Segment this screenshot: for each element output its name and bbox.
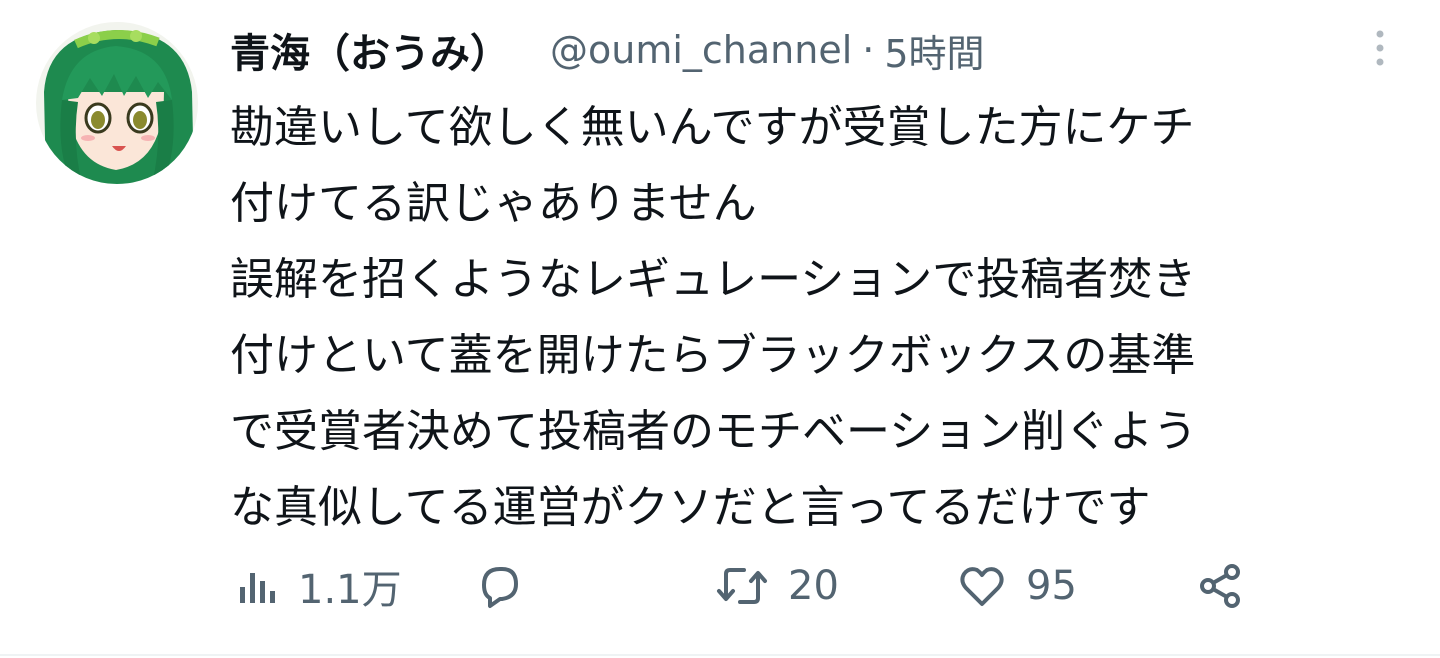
like-count: 95	[1026, 563, 1077, 609]
divider	[0, 654, 1440, 656]
tweet-text-line: 誤解を招くようなレギュレーションで投稿者焚き	[230, 254, 1197, 305]
share-button[interactable]	[1196, 556, 1244, 616]
tweet-text-line: 勘違いして欲しく無いんですが受賞した方にケチ	[230, 102, 1195, 153]
views-count: 1.1万	[298, 567, 402, 613]
tweet-text: 勘違いして欲しく無いんですが受賞した方にケチ 付けてる訳じゃありません 誤解を招…	[230, 90, 1410, 546]
more-vertical-icon	[1376, 30, 1384, 66]
more-menu-button[interactable]	[1366, 28, 1394, 68]
avatar-illustration	[36, 22, 198, 184]
retweet-button[interactable]: 20	[716, 556, 839, 616]
share-icon	[1200, 564, 1240, 608]
user-handle[interactable]: @oumi_channel	[550, 28, 852, 72]
retweet-icon	[717, 568, 767, 604]
separator-dot: ·	[862, 28, 875, 72]
avatar[interactable]	[36, 22, 198, 184]
display-name[interactable]: 青海（おうみ）	[230, 21, 510, 79]
heart-icon	[960, 567, 1004, 606]
action-bar: 1.1万 20 95	[0, 556, 1440, 616]
views-icon	[240, 573, 275, 603]
views-button[interactable]: 1.1万	[236, 556, 402, 616]
tweet-text-line: な真似してる運営がクソだと言ってるだけです	[230, 482, 1151, 533]
reply-icon	[482, 567, 518, 608]
like-button[interactable]: 95	[958, 556, 1077, 616]
tweet[interactable]: 青海（おうみ） @oumi_channel · 5時間 勘違いして欲しく無いんで…	[0, 0, 1440, 658]
tweet-header: 青海（おうみ） @oumi_channel · 5時間	[230, 22, 985, 78]
tweet-text-line: 付けといて蓋を開けたらブラックボックスの基準	[230, 330, 1196, 381]
reply-button[interactable]	[474, 556, 524, 616]
retweet-count: 20	[788, 563, 839, 609]
timestamp[interactable]: 5時間	[884, 23, 984, 78]
tweet-text-line: 付けてる訳じゃありません	[230, 178, 757, 229]
tweet-text-line: で受賞者決めて投稿者のモチベーション削ぐよう	[230, 406, 1198, 457]
